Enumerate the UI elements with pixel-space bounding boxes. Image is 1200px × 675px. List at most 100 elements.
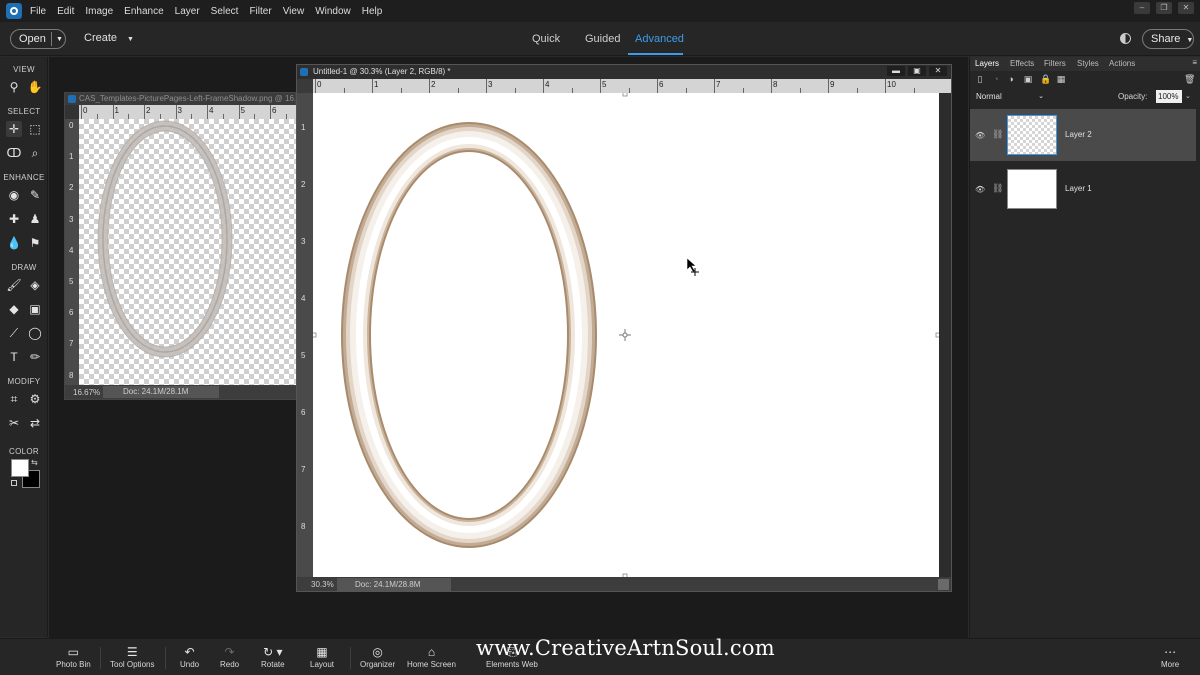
menu-help[interactable]: Help [362,6,383,17]
tab-quick[interactable]: Quick [532,33,560,45]
menu-file[interactable]: File [30,6,46,17]
opacity-input[interactable]: 100% [1156,90,1182,103]
menu-filter[interactable]: Filter [249,6,271,17]
tab-styles[interactable]: Styles [1077,59,1099,68]
new-layer-icon[interactable]: ▯ [975,74,985,84]
layer-row-layer-2[interactable]: 👁 ⛓ Layer 2 [970,109,1196,161]
lock-all-icon[interactable]: 🔒 [1040,74,1051,84]
crop-icon[interactable]: ⌗ [6,391,22,407]
divider [350,647,351,669]
visibility-eye-icon[interactable]: 👁 [975,131,985,140]
tab-advanced[interactable]: Advanced [635,33,684,45]
undo-button[interactable]: ↶ Undo [180,644,199,669]
vertical-scrollbar[interactable] [939,93,951,577]
layer-row-layer-1[interactable]: 👁 ⛓ Layer 1 [970,163,1196,215]
visibility-eye-icon[interactable]: 👁 [975,185,985,194]
theme-contrast-icon[interactable] [1120,33,1131,44]
brush-icon[interactable]: 🖌 [6,277,22,293]
blend-mode-value: Normal [976,92,1002,101]
gradient-icon[interactable]: ▣ [27,301,43,317]
tab-effects[interactable]: Effects [1010,59,1034,68]
document-window-active[interactable]: Untitled-1 @ 30.3% (Layer 2, RGB/8) * ▬ … [296,64,952,592]
zoom-icon[interactable]: ⚲ [6,79,22,95]
close-icon[interactable]: ✕ [929,66,947,76]
resize-corner[interactable] [938,579,949,590]
document-title-bar[interactable]: CAS_Templates-PicturePages-Left-FrameSha… [65,93,295,105]
document-size-info[interactable]: Doc: 24.1M/28.1M [103,386,219,398]
rotate-button[interactable]: ↻ ▾ Rotate [261,644,285,669]
default-colors-icon[interactable] [11,480,17,486]
menu-edit[interactable]: Edit [57,6,74,17]
delete-layer-icon[interactable]: 🗑 [1184,74,1195,84]
layer-name[interactable]: Layer 2 [1065,130,1092,139]
straighten-icon[interactable]: ✂ [6,415,22,431]
minimize-icon[interactable]: ▬ [887,66,905,76]
foreground-color-swatch[interactable] [11,459,29,477]
share-button[interactable]: Share ▼ [1142,29,1194,49]
tab-layers[interactable]: Layers [975,59,999,68]
lasso-icon[interactable]: ↀ [6,145,22,161]
document-title-bar[interactable]: Untitled-1 @ 30.3% (Layer 2, RGB/8) * ▬ … [297,65,951,79]
link-icon[interactable]: ⛓ [992,129,1003,140]
clone-stamp-icon[interactable]: ♟ [27,211,43,227]
oval-frame[interactable] [341,122,597,548]
photo-bin-button[interactable]: ▭ Photo Bin [56,644,91,669]
smart-brush-icon[interactable]: ✚ [6,211,22,227]
link-icon[interactable]: ⛓ [992,183,1003,194]
redo-button[interactable]: ↷ Redo [220,644,239,669]
tab-filters[interactable]: Filters [1044,59,1066,68]
layout-button[interactable]: ▦ Layout [310,644,334,669]
layer-mask-icon[interactable]: ▣ [1023,74,1033,84]
document-canvas[interactable] [79,119,297,385]
swap-colors-icon[interactable]: ⇆ [31,458,38,467]
new-group-icon[interactable]: ◔ [991,74,1001,84]
type-icon[interactable]: T [6,349,22,365]
document-window-background[interactable]: CAS_Templates-PicturePages-Left-FrameSha… [64,92,297,400]
create-button[interactable]: Create ▼ [84,32,134,44]
more-button[interactable]: ⋯ More [1161,644,1179,669]
menu-window[interactable]: Window [315,6,351,17]
menu-enhance[interactable]: Enhance [124,6,163,17]
document-size-info[interactable]: Doc: 24.1M/28.8M [337,578,451,591]
tab-actions[interactable]: Actions [1109,59,1135,68]
chevron-down-icon[interactable]: ▼ [52,36,63,43]
restore-icon[interactable]: ❐ [1156,2,1172,14]
redo-icon: ↷ [224,645,235,659]
reference-point-icon[interactable] [619,329,631,341]
quick-selection-icon[interactable]: ⌕ [27,145,43,161]
tab-guided[interactable]: Guided [585,33,620,45]
menu-layer[interactable]: Layer [175,6,200,17]
eyedropper-icon[interactable]: ⟋ [6,325,22,341]
organizer-button[interactable]: ◎ Organizer [360,644,395,669]
menu-view[interactable]: View [283,6,305,17]
layer-name[interactable]: Layer 1 [1065,184,1092,193]
open-button[interactable]: Open ▼ [10,29,66,49]
chevron-down-icon[interactable]: ⌄ [1185,92,1191,100]
sponge-icon[interactable]: ⚑ [27,235,43,251]
marquee-icon[interactable]: ⬚ [27,121,43,137]
pencil-icon[interactable]: ✏ [27,349,43,365]
content-aware-move-icon[interactable]: ⇄ [27,415,43,431]
close-icon[interactable]: ✕ [1178,2,1194,14]
recompose-icon[interactable]: ⚙ [27,391,43,407]
blur-icon[interactable]: 💧 [6,235,22,251]
panel-menu-icon[interactable]: ≡ [1192,58,1197,67]
move-icon[interactable]: ✛ [6,121,22,137]
lock-transparency-icon[interactable]: ▦ [1056,74,1066,84]
ellipse-icon[interactable]: ◯ [27,325,43,341]
zoom-level: 16.67% [73,388,101,397]
document-canvas[interactable] [313,93,939,577]
red-eye-icon[interactable]: ◉ [6,187,22,203]
home-screen-button[interactable]: ⌂ Home Screen [407,644,456,669]
menu-image[interactable]: Image [85,6,113,17]
tool-options-button[interactable]: ☰ Tool Options [110,644,154,669]
paint-bucket-icon[interactable]: ◆ [6,301,22,317]
spot-healing-icon[interactable]: ✎ [27,187,43,203]
hand-icon[interactable]: ✋ [27,79,43,95]
eraser-icon[interactable]: ◈ [27,277,43,293]
blend-mode-select[interactable]: Normal ⌄ [976,92,1044,101]
menu-select[interactable]: Select [211,6,239,17]
minimize-icon[interactable]: – [1134,2,1150,14]
maximize-icon[interactable]: ▣ [908,66,926,76]
adjustment-layer-icon[interactable]: ◑ [1006,74,1016,84]
